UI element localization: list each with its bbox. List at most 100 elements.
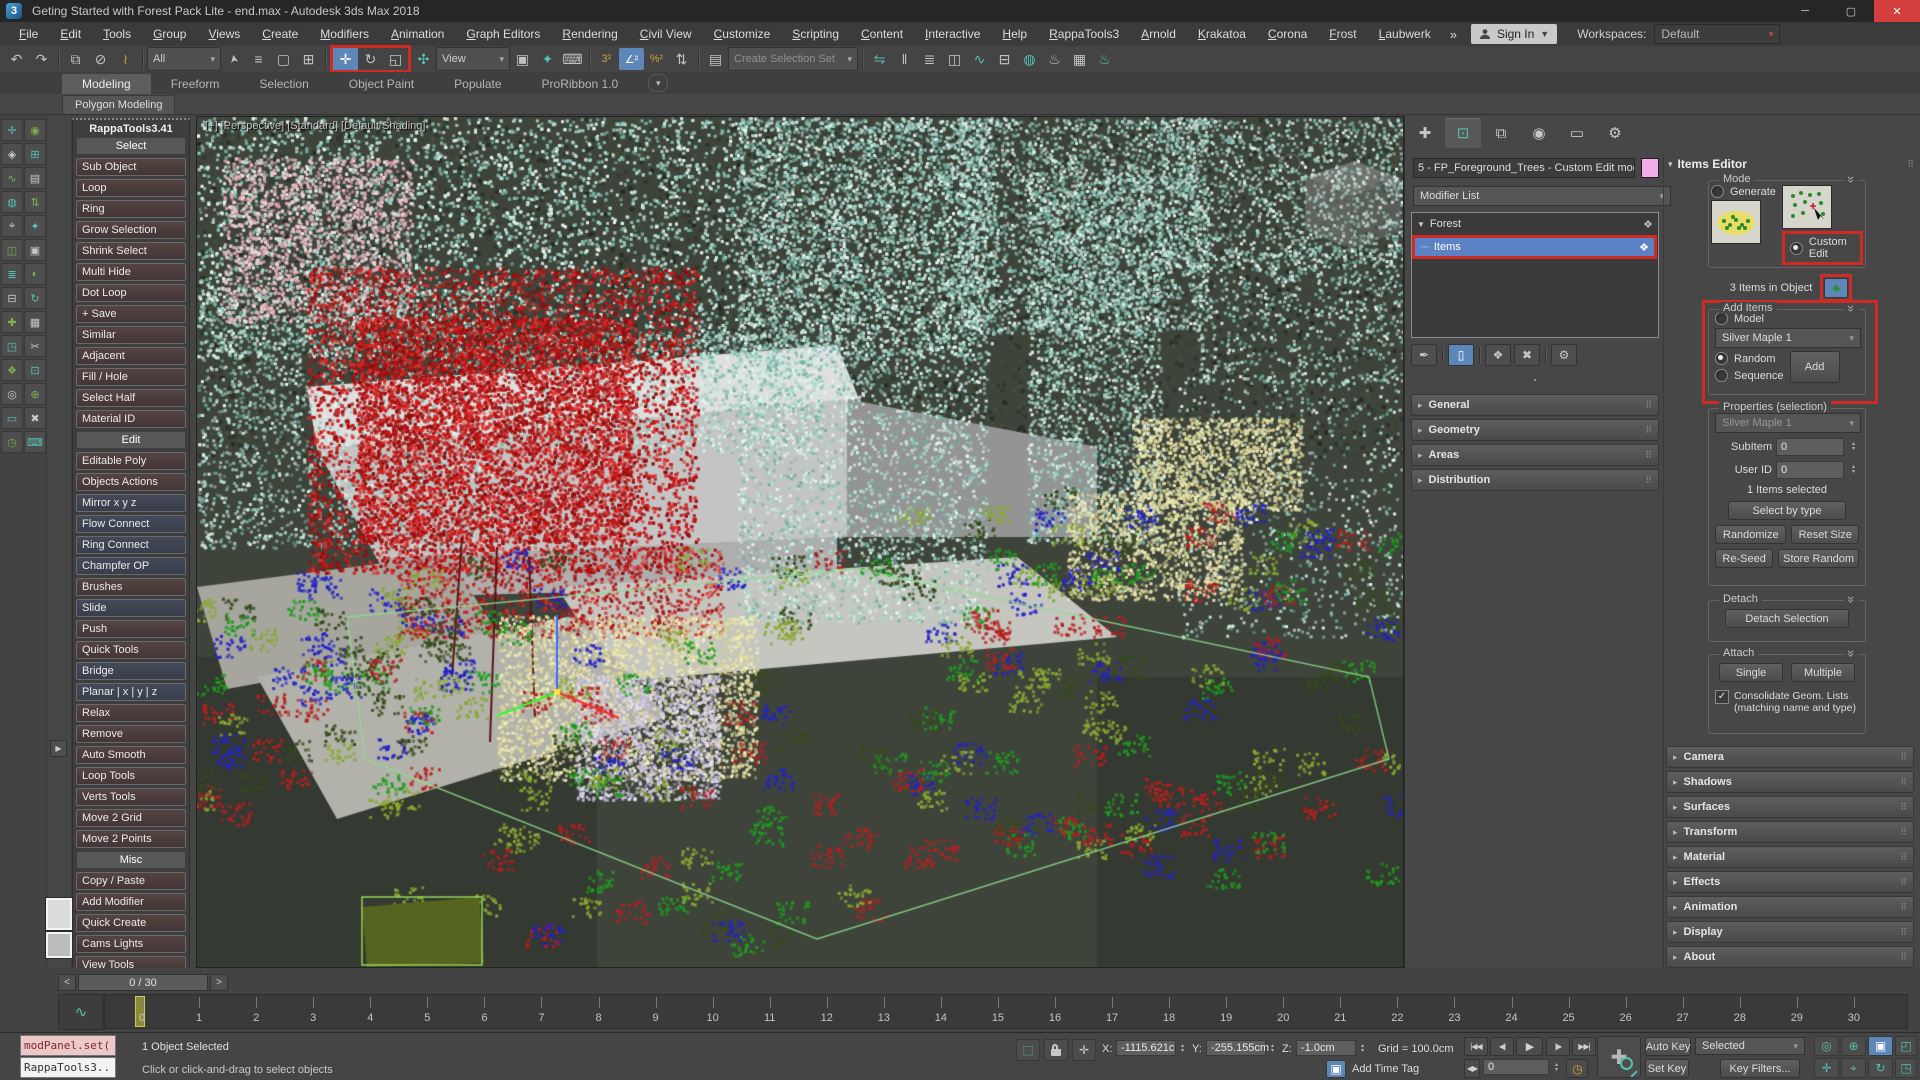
go-to-end-icon[interactable]: ▶▶|	[1572, 1037, 1596, 1056]
select-by-type-button[interactable]: Select by type	[1728, 501, 1846, 520]
rect-selection-region-icon[interactable]: ▢	[271, 48, 296, 70]
next-frame-icon[interactable]: |▶	[1546, 1037, 1570, 1056]
dock-tool-icon[interactable]: ▤	[24, 167, 46, 189]
rollout-header[interactable]: About	[1666, 946, 1914, 968]
menu-item[interactable]: Group	[142, 27, 197, 41]
ribbon-tab[interactable]: ProRibbon 1.0	[522, 74, 639, 94]
menu-item[interactable]: Frost	[1318, 27, 1367, 41]
time-tag-cube-icon[interactable]: ▣	[1326, 1060, 1346, 1078]
window-crossing-icon[interactable]: ⊞	[296, 48, 321, 70]
rollout-header[interactable]: Shadows	[1666, 771, 1914, 793]
rappatools-button[interactable]: Fill / Hole	[76, 368, 186, 386]
ribbon-minimize-icon[interactable]: ▾	[648, 74, 668, 92]
rollout-header[interactable]: Transform	[1666, 821, 1914, 843]
select-and-link-icon[interactable]: ⧉	[63, 48, 88, 70]
selection-region-icon[interactable]: ⬚	[1016, 1039, 1040, 1061]
select-and-place-icon[interactable]: ✣	[411, 48, 436, 70]
menu-item[interactable]: Edit	[49, 27, 92, 41]
menu-item[interactable]: Laubwerk	[1368, 27, 1442, 41]
auto-key-button[interactable]: Auto Key	[1645, 1037, 1691, 1056]
rappatools-button[interactable]: Quick Create	[76, 914, 186, 932]
select-by-name-icon[interactable]: ≡	[246, 48, 271, 70]
menu-item[interactable]: Rendering	[551, 27, 628, 41]
object-name-field[interactable]: 5 - FP_Foreground_Trees - Custom Edit mo…	[1413, 158, 1635, 178]
display-tab-icon[interactable]: ▭	[1559, 118, 1595, 148]
configure-modifier-sets-icon[interactable]: ⚙	[1551, 344, 1577, 366]
rollout-header[interactable]: Distribution	[1411, 469, 1659, 491]
z-coordinate-field[interactable]: -1.0cm	[1296, 1040, 1356, 1056]
rappatools-button[interactable]: Ring	[76, 200, 186, 218]
toolbar-separator[interactable]	[58, 49, 59, 69]
mirror-icon[interactable]: ⇋	[867, 48, 892, 70]
rappatools-button[interactable]: Planar | x | y | z	[76, 683, 186, 701]
track-bar[interactable]: 0123456789101112131415161718192021222324…	[104, 994, 1908, 1029]
custom-edit-radio[interactable]: Custom Edit	[1782, 231, 1863, 265]
menu-overflow-icon[interactable]: »	[1450, 27, 1457, 42]
ribbon-tab[interactable]: Selection	[239, 74, 328, 94]
viewport-canvas[interactable]	[197, 117, 1403, 967]
select-and-rotate-icon[interactable]: ↻	[358, 45, 383, 73]
dock-tool-icon[interactable]: ❖	[1, 359, 23, 381]
menu-item[interactable]: Help	[991, 27, 1038, 41]
rollout-header[interactable]: Areas	[1411, 444, 1659, 466]
rappatools-button[interactable]: Add Modifier	[76, 893, 186, 911]
rendered-frame-icon[interactable]: ▦	[1067, 48, 1092, 70]
ribbon-tab[interactable]: Freeform	[151, 74, 240, 94]
rappatools-button[interactable]: Objects Actions	[76, 473, 186, 491]
rappatools-button[interactable]: Mirror x y z	[76, 494, 186, 512]
x-spinner[interactable]	[1177, 1040, 1188, 1058]
select-object-icon[interactable]: ➤	[220, 45, 246, 73]
remove-modifier-icon[interactable]: ✖	[1514, 344, 1540, 366]
rappatools-button[interactable]: Move 2 Points	[76, 830, 186, 848]
rappatools-button[interactable]: Brushes	[76, 578, 186, 596]
menu-item[interactable]: RappaTools3	[1038, 27, 1130, 41]
edit-named-selections-icon[interactable]: ▤	[703, 48, 728, 70]
sequence-radio[interactable]: Sequence	[1715, 369, 1784, 382]
play-icon[interactable]: ▶	[1516, 1037, 1543, 1056]
multiple-button[interactable]: Multiple	[1791, 663, 1855, 682]
userid-spinner[interactable]	[1848, 461, 1859, 479]
motion-tab-icon[interactable]: ◉	[1521, 118, 1557, 148]
toolbar-separator[interactable]	[862, 49, 863, 69]
items-editor-header[interactable]: Items Editor	[1668, 157, 1914, 171]
make-unique-icon[interactable]: ❖	[1485, 344, 1511, 366]
toolbar-separator[interactable]	[142, 49, 143, 69]
dock-tool-icon[interactable]: ◳	[1, 335, 23, 357]
rappatools-button[interactable]: Push	[76, 620, 186, 638]
rollout-header[interactable]: Material	[1666, 846, 1914, 868]
single-button[interactable]: Single	[1719, 663, 1783, 682]
dock-tool-icon[interactable]: ▣	[24, 239, 46, 261]
material-editor-icon[interactable]: ◍	[1017, 48, 1042, 70]
redo-icon[interactable]: ↷	[29, 48, 54, 70]
menu-item[interactable]: Customize	[703, 27, 782, 41]
rappatools-button[interactable]: Copy / Paste	[76, 872, 186, 890]
add-time-tag[interactable]: Add Time Tag	[1352, 1063, 1419, 1075]
zoom-icon[interactable]: ◎	[1814, 1036, 1839, 1056]
selection-filter-dropdown[interactable]: All	[147, 47, 221, 71]
dock-tool-icon[interactable]: ⌖	[1, 215, 23, 237]
rappatools-button[interactable]: Sub Object	[76, 158, 186, 176]
dock-tool-icon[interactable]: ⊕	[24, 383, 46, 405]
userid-field[interactable]: 0	[1776, 461, 1844, 479]
rappatools-button[interactable]: Select Half	[76, 389, 186, 407]
reseed-button[interactable]: Re-Seed	[1715, 549, 1773, 568]
current-frame-field[interactable]: 0	[1483, 1059, 1549, 1075]
dock-tool-icon[interactable]: ◷	[1, 431, 23, 453]
minimized-floater[interactable]	[46, 898, 72, 930]
generate-radio[interactable]: Generate	[1711, 185, 1776, 198]
select-and-move-icon[interactable]: ✛	[330, 45, 358, 73]
rappatools-button[interactable]: Ring Connect	[76, 536, 186, 554]
modify-tab-icon[interactable]: ⊡	[1445, 118, 1481, 148]
menu-item[interactable]: Corona	[1257, 27, 1318, 41]
rollout-header[interactable]: Effects	[1666, 871, 1914, 893]
select-and-scale-icon[interactable]: ◱	[383, 45, 411, 73]
rappatools-button[interactable]: Slide	[76, 599, 186, 617]
rappatools-button[interactable]: + Save	[76, 305, 186, 323]
consolidate-checkbox[interactable]: ✓	[1715, 690, 1729, 704]
stack-row-items[interactable]: Items ❖	[1412, 235, 1657, 259]
schematic-view-icon[interactable]: ⊟	[992, 48, 1017, 70]
render-setup-icon[interactable]: ♨	[1042, 48, 1067, 70]
dock-tool-icon[interactable]: ⊞	[24, 143, 46, 165]
dock-tool-icon[interactable]: ✚	[1, 311, 23, 333]
go-to-start-icon[interactable]: |◀◀	[1464, 1037, 1488, 1056]
